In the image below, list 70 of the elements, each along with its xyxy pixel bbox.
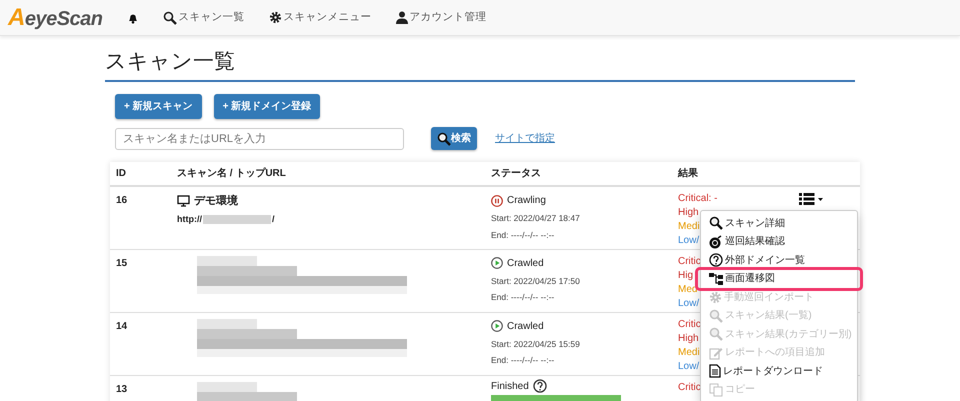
search-button[interactable]: 検索: [431, 127, 477, 150]
search-icon: [437, 132, 451, 146]
nav-link[interactable]: スキャンメニュー: [268, 10, 372, 26]
menu-item[interactable]: 画面遷移図: [698, 270, 860, 288]
search-field[interactable]: スキャン名またはURLを入力: [115, 128, 404, 150]
url-text: http://: [177, 212, 202, 226]
column-header: ステータス: [485, 162, 672, 186]
search-icon: [709, 308, 723, 323]
status-text: Crawled: [507, 320, 544, 334]
severity-count: Low/: [678, 360, 700, 374]
nav-link[interactable]: スキャン一覧: [162, 10, 245, 26]
nav-link[interactable]: アカウント管理: [396, 10, 487, 26]
settings-icon: [268, 11, 282, 24]
severity-count: Critical: -: [678, 192, 718, 206]
help-icon[interactable]: [532, 379, 547, 394]
status-text: Crawling: [507, 194, 546, 208]
document-icon: [709, 364, 721, 378]
severity-count: Critic: [678, 380, 701, 395]
search-icon: [162, 10, 177, 24]
pause-icon: [491, 194, 503, 207]
end-time: End: ----/--/-- --:--: [491, 228, 556, 242]
menu-item[interactable]: レポートダウンロード: [701, 362, 857, 381]
id-cell: 14: [110, 312, 171, 376]
bell-icon[interactable]: [126, 12, 139, 24]
status-text: Crawled: [507, 256, 544, 271]
site-filter-link[interactable]: サイトで指定: [495, 131, 555, 146]
id-cell: 16: [110, 186, 171, 250]
url-text: /: [272, 212, 275, 226]
brand-logo[interactable]: AeyeScan: [8, 0, 103, 36]
help-icon: [709, 253, 723, 268]
copy-icon: [709, 382, 723, 397]
play-icon: [491, 257, 503, 270]
pencil-icon: [709, 346, 723, 360]
search-icon: [709, 327, 723, 342]
status-text: Finished: [491, 380, 529, 394]
id-cell: 13: [110, 375, 171, 401]
severity-count: Low/: [678, 296, 700, 311]
end-time: End: ----/--/-- --:--: [491, 291, 556, 304]
monitor-icon: [177, 195, 190, 208]
search-icon: [709, 216, 723, 230]
severity-count: Low/: [678, 234, 700, 248]
severity-count: High: [678, 206, 699, 220]
severity-count: Hig: [678, 268, 694, 283]
scan-name: デモ環境: [194, 194, 238, 210]
end-time: End: ----/--/-- --:--: [491, 354, 556, 368]
column-header: ID: [110, 162, 171, 186]
start-time: Start: 2022/04/25 17:50: [491, 274, 581, 288]
column-header: スキャン名 / トップURL: [171, 162, 485, 186]
new-scan-button[interactable]: + 新規スキャン: [115, 94, 202, 120]
person-icon: [396, 11, 408, 24]
menu-item[interactable]: 巡回結果確認: [701, 232, 857, 252]
start-time: Start: 2022/04/27 18:47: [491, 212, 581, 225]
severity-count: Critic: [678, 254, 701, 269]
tree-diagram-icon: [709, 272, 723, 286]
severity-count: Medi: [678, 220, 700, 234]
play-icon: [491, 320, 503, 332]
severity-count: High: [678, 332, 699, 346]
severity-count: Critic: [678, 318, 701, 332]
settings-icon: [709, 290, 722, 304]
id-cell: 15: [110, 249, 171, 312]
list-menu-icon[interactable]: [799, 193, 823, 206]
menu-item[interactable]: 外部ドメイン一覧: [701, 251, 857, 270]
severity-count: Medi: [678, 346, 700, 360]
swirl-icon: [709, 234, 723, 249]
page-title: スキャン一覧: [105, 49, 236, 75]
start-time: Start: 2022/04/25 15:59: [491, 338, 581, 350]
new-domain-button[interactable]: + 新規ドメイン登録: [214, 94, 320, 120]
menu-item[interactable]: スキャン詳細: [701, 214, 857, 233]
pixelated-blur: [203, 214, 271, 224]
column-header: 結果: [672, 162, 797, 186]
